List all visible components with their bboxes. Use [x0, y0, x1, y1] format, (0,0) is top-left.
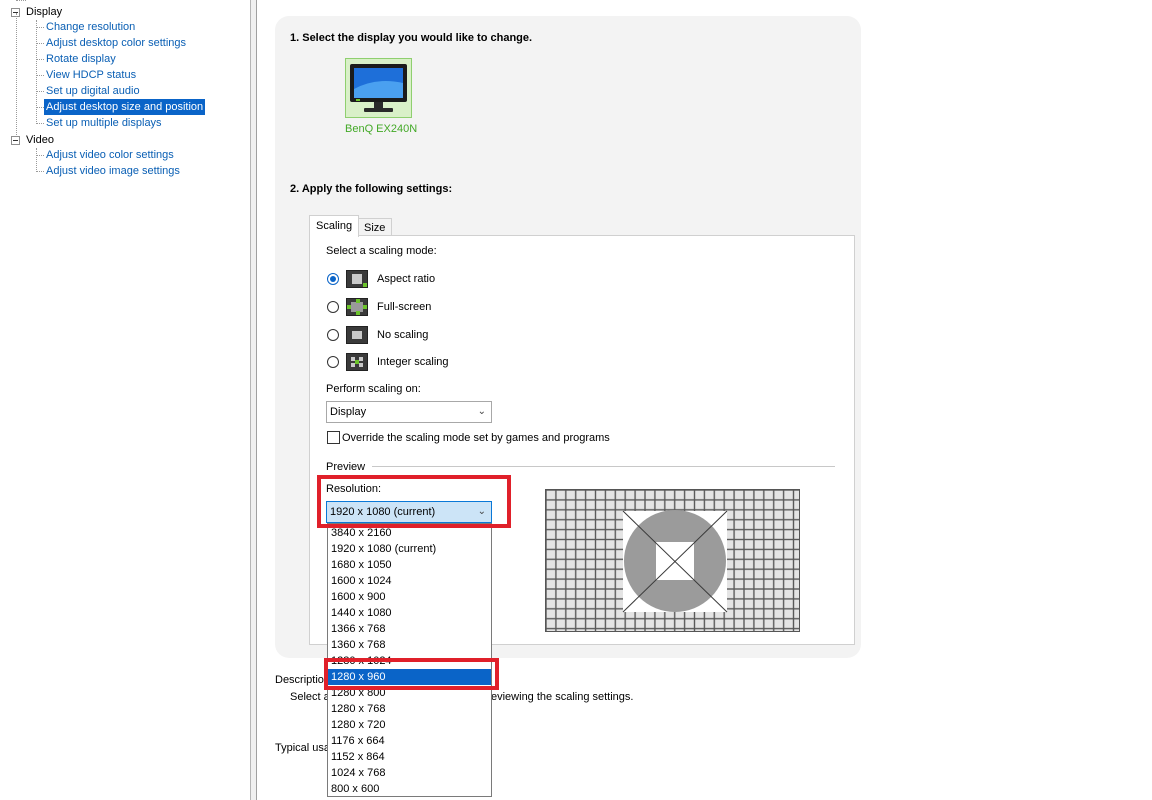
perform-scaling-value: Display: [330, 406, 367, 418]
resolution-option[interactable]: 1920 x 1080 (current): [328, 541, 491, 557]
tree-item-desktop-size-position[interactable]: Adjust desktop size and position: [44, 99, 206, 115]
tab-scaling[interactable]: Scaling: [309, 215, 360, 237]
resolution-option[interactable]: 1366 x 768: [328, 621, 491, 637]
no-scaling-icon: [346, 326, 368, 344]
scaling-mode-label: Select a scaling mode:: [326, 245, 437, 257]
tree-item-adjust-desktop-color[interactable]: Adjust desktop color settings: [44, 35, 188, 51]
no-scaling-label[interactable]: No scaling: [377, 329, 428, 341]
radio-full-screen[interactable]: [327, 301, 339, 313]
resolution-option[interactable]: 1600 x 900: [328, 589, 491, 605]
description-text-left: Select a: [290, 691, 330, 703]
resolution-option[interactable]: 1440 x 1080: [328, 605, 491, 621]
chevron-down-icon: ⌄: [477, 406, 486, 417]
full-screen-label[interactable]: Full-screen: [377, 301, 431, 313]
typical-usage-label: Typical usa: [275, 742, 331, 754]
tree-item-video-image[interactable]: Adjust video image settings: [44, 163, 182, 179]
scaling-preview-image: [545, 489, 800, 632]
tree-item-change-resolution[interactable]: Change resolution: [44, 19, 137, 35]
aspect-ratio-label[interactable]: Aspect ratio: [377, 273, 435, 285]
tree-category-video[interactable]: Video: [26, 132, 54, 148]
perform-scaling-select[interactable]: Display ⌄: [326, 401, 492, 423]
tree-item-view-hdcp[interactable]: View HDCP status: [44, 67, 138, 83]
resolution-option[interactable]: 1680 x 1050: [328, 557, 491, 573]
integer-scaling-icon: [346, 353, 368, 371]
expand-video-icon[interactable]: [11, 136, 20, 145]
description-label: Descriptio: [275, 674, 324, 686]
override-checkbox[interactable]: [327, 431, 340, 444]
monitor-icon: [350, 64, 407, 112]
radio-no-scaling[interactable]: [327, 329, 339, 341]
display-selector-benq[interactable]: [345, 58, 412, 118]
resolution-option[interactable]: 800 x 600: [328, 781, 491, 797]
resolution-option[interactable]: 1024 x 768: [328, 765, 491, 781]
preview-separator: [372, 466, 835, 467]
resolution-option[interactable]: 1152 x 864: [328, 749, 491, 765]
integer-scaling-label[interactable]: Integer scaling: [377, 356, 449, 368]
resolution-option[interactable]: 1360 x 768: [328, 637, 491, 653]
tab-size[interactable]: Size: [357, 218, 393, 236]
radio-integer-scaling[interactable]: [327, 356, 339, 368]
radio-aspect-ratio[interactable]: [327, 273, 339, 285]
aspect-ratio-icon: [346, 270, 368, 288]
override-label[interactable]: Override the scaling mode set by games a…: [342, 432, 610, 444]
resolution-option[interactable]: 1600 x 1024: [328, 573, 491, 589]
option-highlight-box: [324, 658, 499, 690]
tree-category-display[interactable]: Display: [26, 4, 62, 20]
step2-heading: 2. Apply the following settings:: [290, 183, 453, 195]
resolution-option[interactable]: 1280 x 720: [328, 717, 491, 733]
description-text-right: eviewing the scaling settings.: [491, 691, 634, 703]
tree-item-multiple-displays[interactable]: Set up multiple displays: [44, 115, 164, 131]
tree-item-digital-audio[interactable]: Set up digital audio: [44, 83, 142, 99]
perform-scaling-label: Perform scaling on:: [326, 383, 421, 395]
preview-label: Preview: [326, 461, 366, 473]
resolution-highlight-box: [317, 475, 511, 528]
tree-item-video-color[interactable]: Adjust video color settings: [44, 147, 176, 163]
resolution-option[interactable]: 1280 x 768: [328, 701, 491, 717]
step1-heading: 1. Select the display you would like to …: [290, 32, 533, 44]
navigation-tree: Display Change resolution Adjust desktop…: [0, 0, 251, 800]
monitor-name[interactable]: BenQ EX240N: [345, 123, 417, 135]
full-screen-icon: [346, 298, 368, 316]
tree-item-rotate-display[interactable]: Rotate display: [44, 51, 118, 67]
resolution-option[interactable]: 1176 x 664: [328, 733, 491, 749]
